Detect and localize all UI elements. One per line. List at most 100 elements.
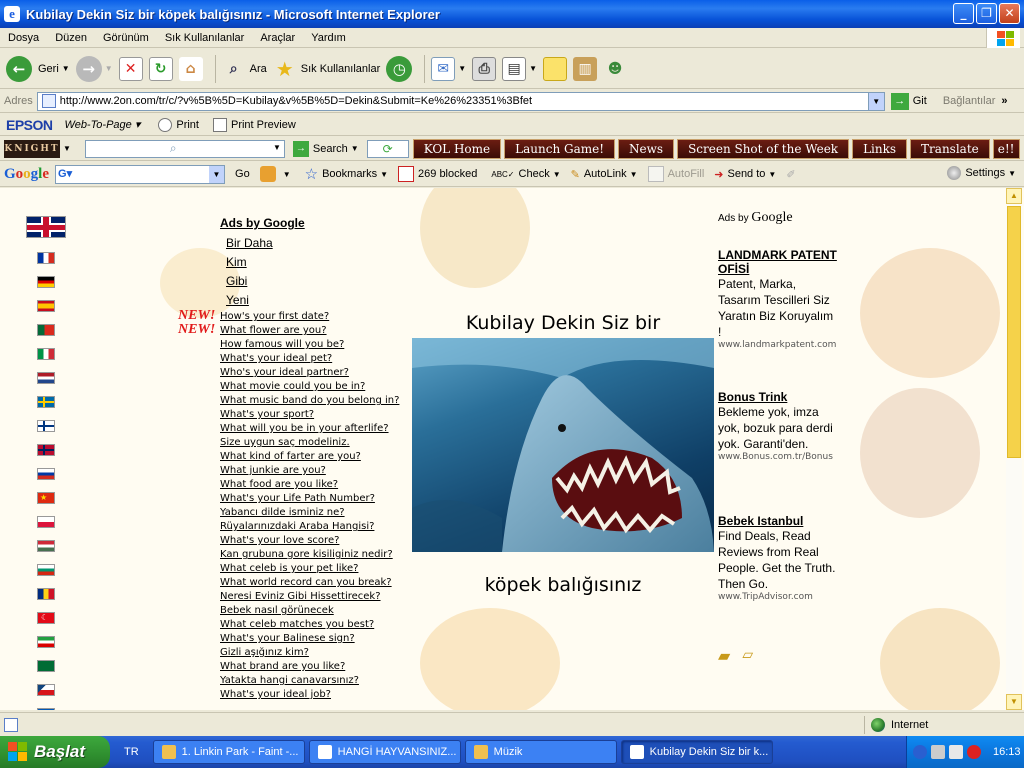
quiz-link[interactable]: What movie could you be in? <box>220 380 399 394</box>
address-url[interactable]: http://www.2on.com/tr/c/?v%5B%5D=Kubilay… <box>60 95 532 107</box>
ad-title[interactable]: Bonus Trink <box>718 390 838 404</box>
ad-link[interactable]: Bir Daha <box>226 236 305 250</box>
start-button[interactable]: Başlat <box>0 736 110 768</box>
address-field[interactable]: http://www.2on.com/tr/c/?v%5B%5D=Kubilay… <box>36 91 885 111</box>
google-extras-button[interactable]: ▼ <box>259 166 291 182</box>
knight-refresh-icon[interactable]: ⟳ <box>366 139 409 158</box>
google-logo[interactable]: Google <box>4 166 49 183</box>
quiz-link[interactable]: Size uygun saç modeliniz. <box>220 436 399 450</box>
quiz-link[interactable]: What's your ideal pet? <box>220 352 399 366</box>
ad-link[interactable]: Yeni <box>226 293 305 307</box>
minimize-button[interactable]: _ <box>953 3 974 24</box>
quiz-link[interactable]: What's your Life Path Number? <box>220 492 399 506</box>
knight-search-input[interactable]: ⌕ ▼ <box>84 139 285 158</box>
flag-uk-icon[interactable] <box>26 216 66 238</box>
mail-button[interactable]: ✉ ▼ <box>431 56 466 81</box>
ad-link[interactable]: Gibi <box>226 274 305 288</box>
autofill-button[interactable]: AutoFill <box>647 166 704 182</box>
quiz-link[interactable]: What will you be in your afterlife? <box>220 422 399 436</box>
quiz-link[interactable]: Yabancı dilde isminiz ne? <box>220 506 399 520</box>
ad-title[interactable]: LANDMARK PATENT OFİSİ <box>718 248 838 276</box>
ad-link[interactable]: Kim <box>226 255 305 269</box>
sendto-button[interactable]: ➜ Send to ▼ <box>714 168 776 181</box>
epson-print-preview-button[interactable]: Print Preview <box>212 117 296 132</box>
forward-dropdown-icon[interactable]: ▼ <box>105 64 113 73</box>
language-indicator[interactable]: TR <box>124 746 139 758</box>
ad-block[interactable]: Bebek Istanbul Find Deals, Read Reviews … <box>718 514 838 602</box>
flag-turkey-icon[interactable]: ☾ <box>37 612 55 624</box>
clock[interactable]: 16:13 <box>993 746 1021 758</box>
tab-translate[interactable]: Translate <box>910 138 990 159</box>
address-dropdown-icon[interactable]: ▼ <box>867 92 884 110</box>
volume-icon[interactable] <box>949 745 963 759</box>
scroll-thumb[interactable] <box>1007 206 1021 458</box>
forward-button[interactable]: → ▼ <box>75 55 113 82</box>
flag-poland-icon[interactable] <box>37 516 55 528</box>
flag-spain-icon[interactable] <box>37 300 55 312</box>
menu-tools[interactable]: Araçlar <box>252 32 303 44</box>
back-dropdown-icon[interactable]: ▼ <box>62 64 70 73</box>
menu-help[interactable]: Yardım <box>303 32 354 44</box>
flag-italy-icon[interactable] <box>37 348 55 360</box>
google-dropdown-icon[interactable]: ▼ <box>209 165 225 183</box>
flag-china-icon[interactable]: ★ <box>37 492 55 504</box>
bookmarks-button[interactable]: ☆ Bookmarks ▼ <box>305 165 388 183</box>
chevron-right-icon[interactable]: » <box>1001 95 1007 107</box>
flag-ukraine-icon[interactable] <box>37 708 55 710</box>
flag-norway-icon[interactable] <box>37 444 55 456</box>
ad-block[interactable]: LANDMARK PATENT OFİSİ Patent, Marka, Tas… <box>718 248 838 350</box>
flag-hungary-icon[interactable] <box>37 540 55 552</box>
folder-icon[interactable]: ▰ <box>718 646 730 666</box>
menu-favorites[interactable]: Sık Kullanılanlar <box>157 32 253 44</box>
quiz-link[interactable]: Rüyalarınızdaki Araba Hangisi? <box>220 520 399 534</box>
popup-blocker-button[interactable]: 269 blocked <box>398 166 477 182</box>
tab-links[interactable]: Links <box>852 138 908 159</box>
flag-germany-icon[interactable] <box>37 276 55 288</box>
links-label[interactable]: Bağlantılar <box>943 95 996 107</box>
quiz-link[interactable]: What's your sport? <box>220 408 399 422</box>
ad-url[interactable]: www.landmarkpatent.com <box>718 340 838 350</box>
google-go-button[interactable]: Go <box>235 168 250 180</box>
back-button[interactable]: ← Geri ▼ <box>6 55 70 82</box>
flag-bulgaria-icon[interactable] <box>37 564 55 576</box>
menu-file[interactable]: Dosya <box>0 32 47 44</box>
stop-button[interactable]: ✕ <box>118 56 143 81</box>
network-icon[interactable] <box>931 745 945 759</box>
quiz-link[interactable]: How's your first date? <box>220 310 399 324</box>
quiz-link[interactable]: What music band do you belong in? <box>220 394 399 408</box>
history-button[interactable]: ◷ <box>386 55 413 82</box>
quiz-link[interactable]: What food are you like? <box>220 478 399 492</box>
tag-icon[interactable]: ▱ <box>742 646 753 666</box>
go-button[interactable]: → Git <box>890 92 927 110</box>
autolink-button[interactable]: ✎ AutoLink ▼ <box>571 168 638 181</box>
task-kubilay[interactable]: Kubilay Dekin Siz bir k... <box>620 740 773 764</box>
restore-button[interactable]: ❐ <box>976 3 997 24</box>
quiz-link[interactable]: What brand are you like? <box>220 660 399 674</box>
flag-saudi-icon[interactable] <box>37 660 55 672</box>
flag-czech-icon[interactable] <box>37 684 55 696</box>
quiz-link[interactable]: Bebek nasıl görünecek <box>220 604 399 618</box>
quiz-link[interactable]: What's your love score? <box>220 534 399 548</box>
ads-left-title[interactable]: Ads by Google <box>220 216 305 230</box>
ads-by-google-label[interactable]: Ads by Google <box>718 210 838 226</box>
quiz-link[interactable]: Kan grubuna gore kisiliginiz nedir? <box>220 548 399 562</box>
notes-button[interactable] <box>543 56 568 81</box>
menu-edit[interactable]: Düzen <box>47 32 95 44</box>
scroll-down-icon[interactable]: ▼ <box>1006 694 1022 710</box>
research-button[interactable]: ▥ <box>573 56 598 81</box>
web-to-page-menu[interactable]: Web-To-Page ▾ <box>65 118 141 131</box>
google-search-input[interactable]: G▾ ▼ <box>55 164 226 184</box>
quiz-link[interactable]: What's your Balinese sign? <box>220 632 399 646</box>
edit-dropdown-icon[interactable]: ▼ <box>529 64 537 73</box>
quiz-link[interactable]: Gizli aşığınız kim? <box>220 646 399 660</box>
flag-russia-icon[interactable] <box>37 468 55 480</box>
epson-print-button[interactable]: Print <box>158 117 199 132</box>
quiz-link[interactable]: Neresi Eviniz Gibi Hissettirecek? <box>220 590 399 604</box>
vertical-scrollbar[interactable]: ▲ ▼ <box>1006 188 1022 710</box>
tab-news[interactable]: News <box>618 138 675 159</box>
flag-netherlands-icon[interactable] <box>37 372 55 384</box>
mail-dropdown-icon[interactable]: ▼ <box>458 64 466 73</box>
refresh-button[interactable]: ↻ <box>148 56 173 81</box>
highlighter-button[interactable]: ✐ <box>786 168 795 181</box>
quiz-link[interactable]: What's your ideal job? <box>220 688 399 702</box>
